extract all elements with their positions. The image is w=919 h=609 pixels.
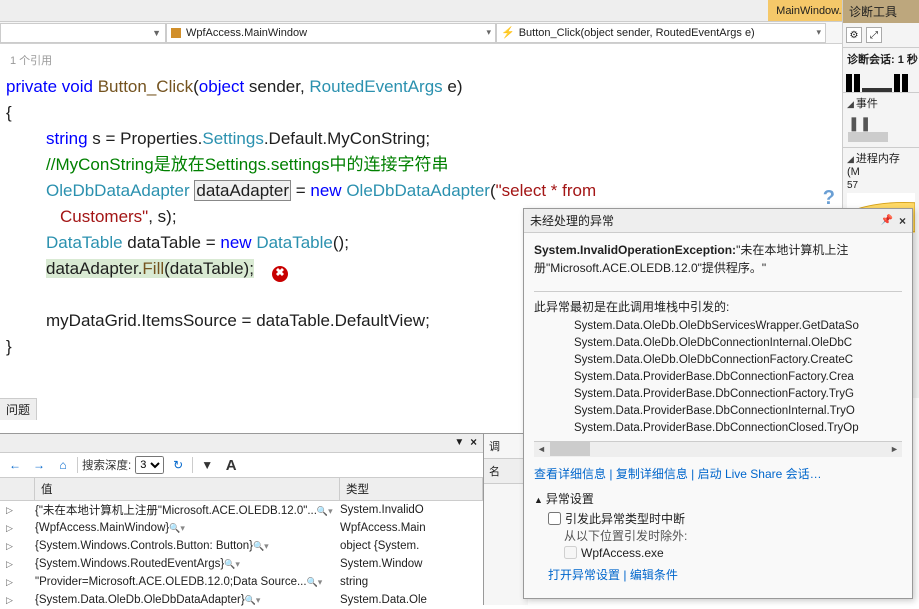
- panel-title: 诊断工具: [843, 0, 919, 23]
- chevron-down-icon: ▼: [152, 28, 161, 38]
- callstack-panel: 调 名: [484, 433, 528, 605]
- filter-icon[interactable]: ▼: [197, 456, 217, 474]
- call-stack: System.Data.OleDb.OleDbServicesWrapper.G…: [574, 318, 902, 437]
- locals-panel: ▼ × ← → ⌂ 搜索深度: 3 ↻ ▼ A 值类型 ▷{"未在本地计算机上注册…: [0, 433, 484, 605]
- document-tabs: MainWindow.xaml.cs 📌 ×: [0, 0, 919, 22]
- exception-popup: 未经处理的异常 📌 × System.InvalidOperationExcep…: [523, 208, 913, 599]
- class-dropdown[interactable]: WpfAccess.MainWindow▾: [166, 23, 496, 43]
- gear-icon[interactable]: ⚙: [846, 27, 862, 43]
- text-icon[interactable]: A: [221, 456, 241, 474]
- project-dropdown[interactable]: ▼: [0, 23, 166, 43]
- table-row[interactable]: ▷{System.Data.OleDb.OleDbDataAdapter}🔍▾S…: [0, 591, 483, 609]
- method-dropdown[interactable]: ⚡Button_Click(object sender, RoutedEvent…: [496, 23, 826, 43]
- exception-message: System.InvalidOperationException:"未在本地计算…: [534, 241, 902, 277]
- nav-back-button[interactable]: ←: [5, 456, 25, 474]
- pin-icon[interactable]: ▼: [454, 437, 464, 449]
- timeline-ruler: [843, 70, 919, 92]
- codelens-references[interactable]: 1 个引用: [10, 48, 913, 74]
- close-icon[interactable]: ×: [470, 437, 477, 449]
- expand-icon[interactable]: ⤢: [866, 27, 882, 43]
- session-label: 诊断会话: 1 秒: [843, 48, 919, 70]
- table-row[interactable]: ▷{"未在本地计算机上注册"Microsoft.ACE.OLEDB.12.0".…: [0, 501, 483, 519]
- table-row[interactable]: ▷{System.Windows.Controls.Button: Button…: [0, 537, 483, 555]
- scrollbar-thumb[interactable]: [550, 442, 590, 456]
- problems-tab[interactable]: 问题: [0, 398, 37, 420]
- search-depth-select[interactable]: 3: [135, 456, 164, 474]
- column-headers: 值类型: [0, 478, 483, 501]
- class-icon: [171, 28, 181, 38]
- table-row[interactable]: ▷{WpfAccess.MainWindow}🔍▾WpfAccess.Main: [0, 519, 483, 537]
- pause-icon[interactable]: ❚❚: [848, 115, 871, 131]
- liveshare-link[interactable]: 启动 Live Share 会话…: [698, 467, 822, 481]
- navigation-bar: ▼ WpfAccess.MainWindow▾ ⚡Button_Click(ob…: [0, 22, 919, 44]
- error-icon[interactable]: ✖: [272, 266, 288, 282]
- edit-conditions-link[interactable]: 编辑条件: [630, 568, 678, 582]
- chevron-down-icon: ▾: [816, 27, 821, 38]
- table-row[interactable]: ▷"Provider=Microsoft.ACE.OLEDB.12.0;Data…: [0, 573, 483, 591]
- close-icon[interactable]: ×: [899, 214, 906, 228]
- copy-details-link[interactable]: 复制详细信息: [616, 467, 688, 481]
- except-module-checkbox: [564, 546, 577, 559]
- method-icon: ⚡: [501, 26, 515, 39]
- chevron-down-icon: ▾: [486, 27, 491, 38]
- table-row[interactable]: ▷{System.Windows.RoutedEventArgs}🔍▾Syste…: [0, 555, 483, 573]
- refresh-icon[interactable]: ↻: [168, 456, 188, 474]
- home-button[interactable]: ⌂: [53, 456, 73, 474]
- popup-header[interactable]: 未经处理的异常 📌 ×: [524, 209, 912, 233]
- view-details-link[interactable]: 查看详细信息: [534, 467, 606, 481]
- break-on-throw-checkbox[interactable]: [548, 512, 561, 525]
- pin-icon[interactable]: 📌: [881, 215, 893, 226]
- nav-fwd-button[interactable]: →: [29, 456, 49, 474]
- locals-toolbar: ← → ⌂ 搜索深度: 3 ↻ ▼ A: [0, 453, 483, 478]
- open-exception-settings-link[interactable]: 打开异常设置: [548, 568, 620, 582]
